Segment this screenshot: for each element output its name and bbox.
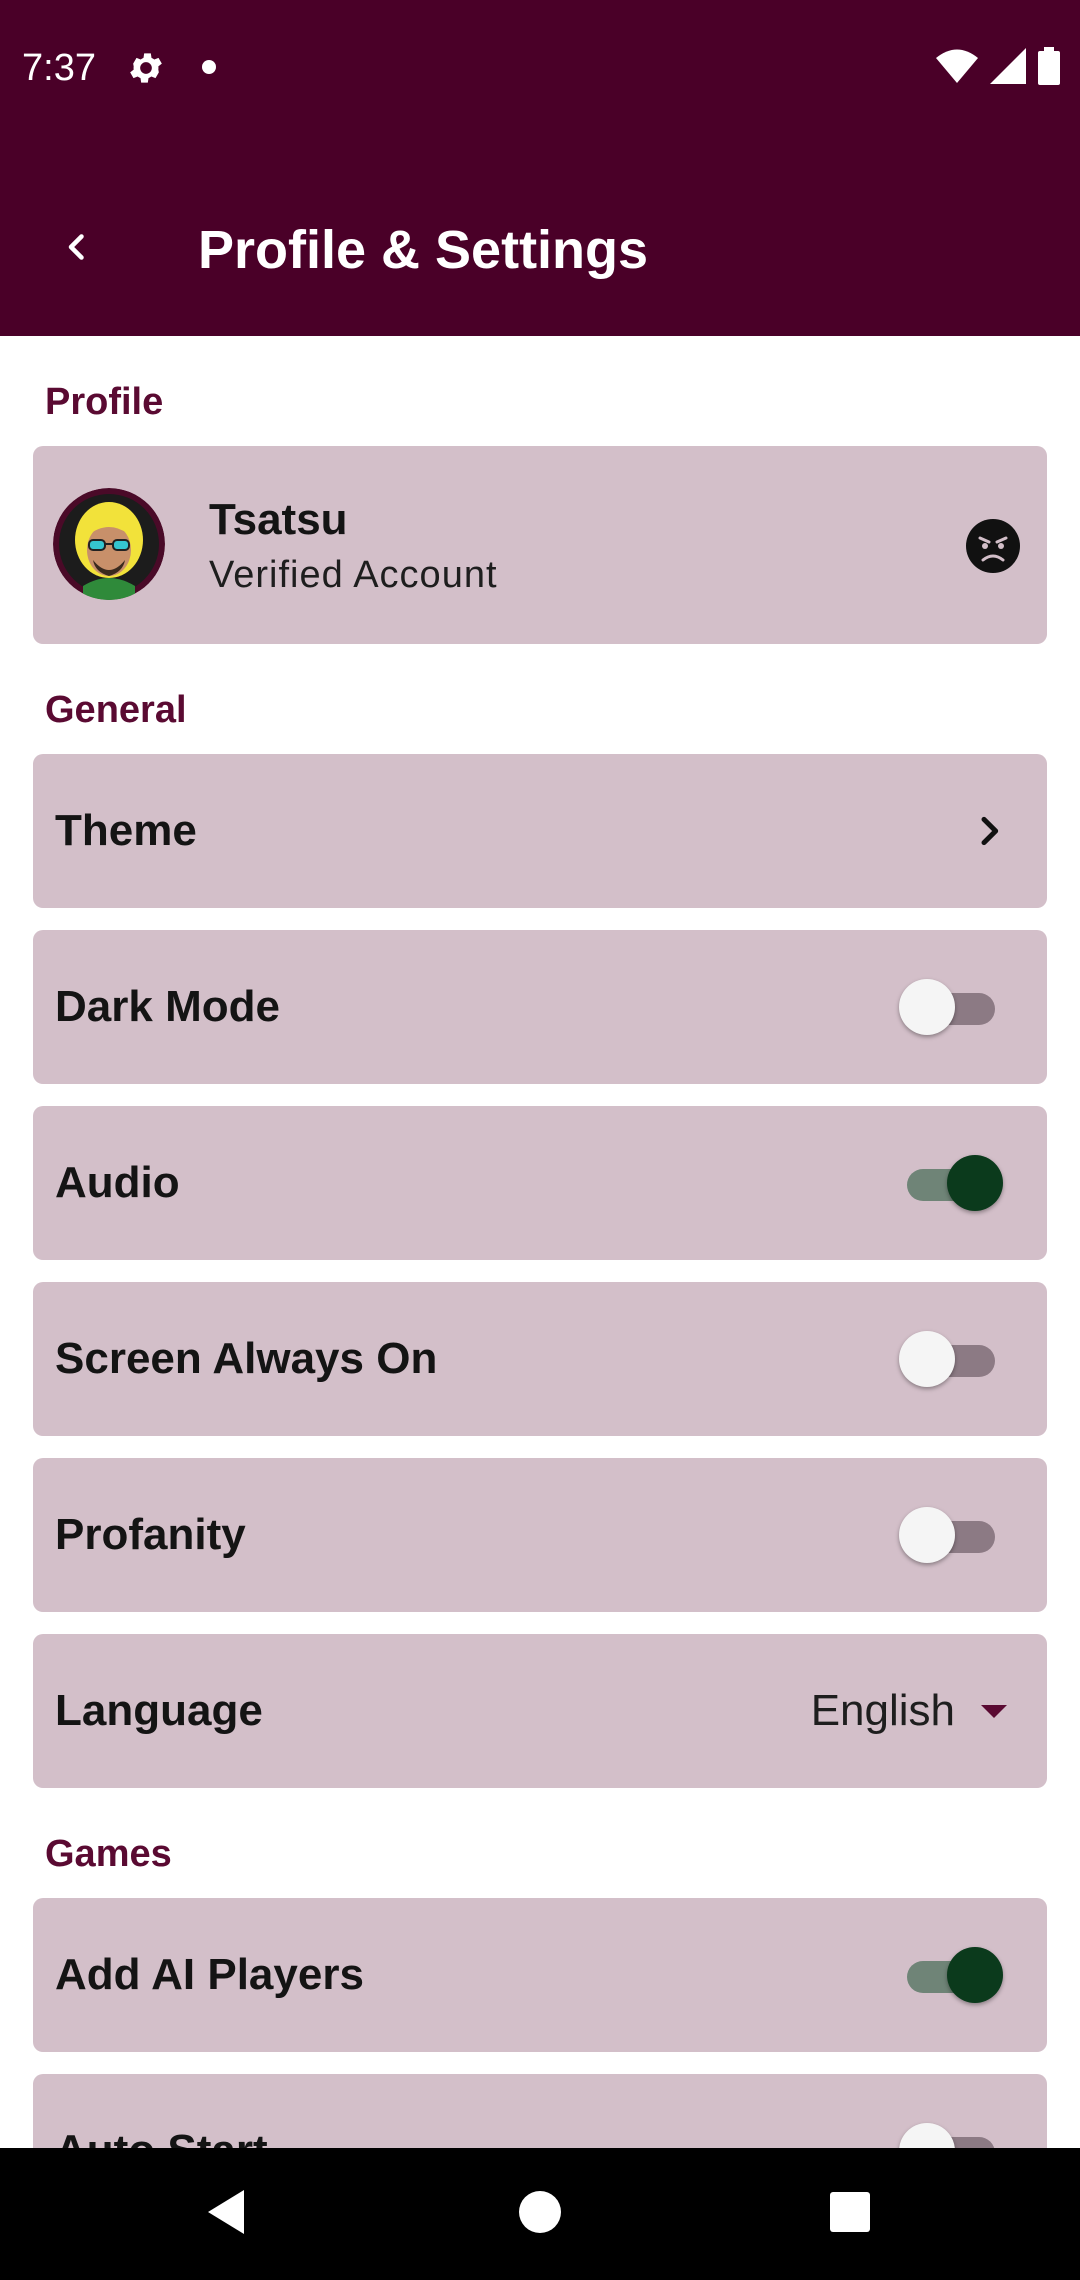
theme-row[interactable]: Theme xyxy=(33,754,1047,908)
profanity-row[interactable]: Profanity xyxy=(33,1458,1047,1612)
toggle-knob xyxy=(947,1155,1003,1211)
profanity-toggle[interactable] xyxy=(899,1505,1003,1565)
app-header: 7:37 Profile & Settings xyxy=(0,0,1080,336)
add-ai-players-label: Add AI Players xyxy=(55,1950,364,1999)
auto-start-toggle[interactable] xyxy=(899,2121,1003,2148)
screen-always-on-label: Screen Always On xyxy=(55,1334,438,1383)
settings-icon xyxy=(126,48,166,88)
battery-icon xyxy=(1038,46,1060,90)
dropdown-arrow-icon[interactable] xyxy=(979,1701,1009,1721)
page-title: Profile & Settings xyxy=(198,220,649,280)
screen-always-on-toggle[interactable] xyxy=(899,1329,1003,1389)
settings-content[interactable]: Profile Tsatsu Verified Account General … xyxy=(0,336,1080,2148)
auto-start-label: Auto Start xyxy=(55,2125,268,2148)
avatar xyxy=(53,488,165,600)
system-nav-bar xyxy=(0,2148,1080,2280)
cell-signal-icon xyxy=(990,47,1026,89)
language-row[interactable]: Language English xyxy=(33,1634,1047,1788)
language-label: Language xyxy=(55,1686,263,1735)
profile-name: Tsatsu xyxy=(209,495,348,544)
toggle-knob xyxy=(899,1507,955,1563)
status-time: 7:37 xyxy=(22,47,96,89)
dark-mode-label: Dark Mode xyxy=(55,982,280,1031)
dark-mode-toggle[interactable] xyxy=(899,977,1003,1037)
nav-recents-button[interactable] xyxy=(812,2176,888,2252)
audio-label: Audio xyxy=(55,1158,180,1207)
nav-home-button[interactable] xyxy=(502,2176,578,2252)
profile-card[interactable]: Tsatsu Verified Account xyxy=(33,446,1047,644)
add-ai-players-row[interactable]: Add AI Players xyxy=(33,1898,1047,2052)
settings-screen: 7:37 Profile & Settings Profile Tsatsu V… xyxy=(0,0,1080,2280)
theme-label: Theme xyxy=(55,806,197,855)
toggle-knob xyxy=(899,2123,955,2148)
section-label-general: General xyxy=(45,689,187,731)
screen-always-on-row[interactable]: Screen Always On xyxy=(33,1282,1047,1436)
back-arrow-icon xyxy=(59,229,95,270)
wifi-icon xyxy=(936,49,978,88)
recents-square-icon xyxy=(829,2191,871,2238)
toggle-knob xyxy=(947,1947,1003,2003)
language-select[interactable]: English xyxy=(811,1685,955,1737)
dark-mode-row[interactable]: Dark Mode xyxy=(33,930,1047,1084)
nav-back-button[interactable] xyxy=(188,2176,264,2252)
toggle-knob xyxy=(899,979,955,1035)
profanity-label: Profanity xyxy=(55,1510,246,1559)
angry-face-icon[interactable] xyxy=(965,518,1021,574)
toggle-knob xyxy=(899,1331,955,1387)
section-label-profile: Profile xyxy=(45,381,164,423)
auto-start-row[interactable]: Auto Start xyxy=(33,2074,1047,2148)
profile-subtitle: Verified Account xyxy=(209,554,498,596)
notification-dot-icon xyxy=(202,60,216,74)
audio-toggle[interactable] xyxy=(899,1153,1003,1213)
back-triangle-icon xyxy=(204,2188,248,2241)
chevron-right-icon xyxy=(969,811,1009,851)
add-ai-players-toggle[interactable] xyxy=(899,1945,1003,2005)
home-circle-icon xyxy=(518,2190,562,2239)
status-icons xyxy=(936,46,1060,90)
audio-row[interactable]: Audio xyxy=(33,1106,1047,1260)
section-label-games: Games xyxy=(45,1833,172,1875)
back-button[interactable] xyxy=(40,212,114,286)
